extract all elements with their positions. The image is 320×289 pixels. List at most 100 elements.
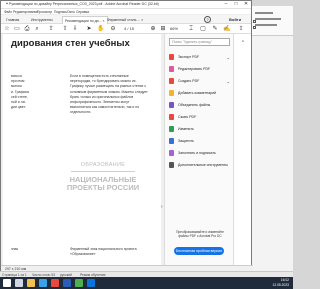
fill-sign-icon: [169, 150, 174, 157]
tool-label: Экспорт PDF: [178, 55, 200, 59]
chevron-down-icon[interactable]: ⌄: [227, 53, 230, 62]
explorer-icon[interactable]: [27, 279, 35, 287]
rail-bookmark-icon[interactable]: ▫: [239, 38, 247, 46]
right-column-text: Если в помещении есть стеклянные перегор…: [70, 74, 148, 115]
menu-sign[interactable]: Подпись: [54, 10, 67, 14]
pen-icon[interactable]: ✎: [211, 25, 219, 33]
browser-icon[interactable]: [39, 279, 47, 287]
tool-label: Добавить комментарий: [178, 91, 217, 95]
menu-file[interactable]: Файл: [4, 10, 12, 14]
tool-label: Создать PDF: [178, 79, 200, 83]
footer-left: знак: [11, 247, 19, 251]
create-pdf-icon: [169, 78, 174, 85]
document-page[interactable]: дирования стен учебных ваться прочтом мо…: [3, 34, 161, 266]
tab-home[interactable]: Главная: [4, 16, 21, 24]
free-trial-button[interactable]: Бесплатная пробная версия: [174, 247, 224, 255]
footer-right: Фирменный знак национального проекта «Об…: [70, 247, 137, 256]
title-bar: ▪ Рукомендации по дизайну Регрессионных_…: [1, 1, 251, 9]
pointer-icon[interactable]: ➤: [85, 25, 93, 33]
tool-create-pdf[interactable]: Создать PDF ⌄: [169, 77, 231, 86]
close-button[interactable]: ✕: [241, 1, 251, 8]
tool-label: Сжать PDF: [178, 115, 197, 119]
tool-label: Дополнительные инструменты: [178, 163, 228, 167]
menu-help[interactable]: Справка: [76, 10, 89, 14]
comment-icon[interactable]: ▢: [199, 25, 207, 33]
taskbar: 16:02 12.05.2023: [0, 277, 293, 289]
page-current[interactable]: 4: [124, 26, 126, 31]
combine-files-icon: [169, 102, 174, 109]
word-checkbox[interactable]: [253, 26, 256, 29]
word-ribbon: [251, 6, 293, 36]
fit-page-icon[interactable]: ⊞: [159, 25, 167, 33]
tool-label: Объединить файлы: [178, 103, 211, 107]
zoom-level[interactable]: 66%: [170, 26, 178, 31]
ribbon-line: [255, 24, 277, 26]
help-icon[interactable]: ?: [204, 16, 211, 23]
menu-window[interactable]: Окно: [67, 10, 75, 14]
zoom-in-icon[interactable]: ⊕: [149, 25, 157, 33]
chevron-down-icon[interactable]: ⌄: [227, 77, 230, 86]
search-icon[interactable]: ⌕: [33, 25, 41, 33]
word-checkbox[interactable]: [253, 20, 256, 23]
word-icon[interactable]: [63, 279, 71, 287]
sign-icon[interactable]: ✍: [223, 25, 231, 33]
word-language[interactable]: русский: [60, 273, 72, 277]
tool-fill-sign[interactable]: Заполнить и подписать: [169, 149, 231, 158]
search-icon[interactable]: [15, 279, 23, 287]
select-tool-icon[interactable]: ⌶: [187, 25, 195, 33]
window-title: Рукомендации по дизайну Регрессионных_СО…: [9, 2, 159, 6]
share-icon[interactable]: ⇪: [237, 25, 245, 33]
page-navigation[interactable]: 4 / 15: [124, 26, 134, 31]
next-page-icon[interactable]: ⇩: [71, 25, 79, 33]
word-mode: Режим обучения: [80, 272, 106, 277]
tab-document-active[interactable]: Рекомендации по ди... ×: [62, 16, 108, 24]
save-icon[interactable]: ▭: [13, 25, 21, 33]
tool-more-tools[interactable]: Дополнительные инструменты: [169, 161, 231, 170]
menu-view[interactable]: Просмотр: [37, 10, 52, 14]
menu-edit[interactable]: Редактирование: [13, 10, 38, 14]
tools-panel: Поиск "Удалить границу" Экспорт PDF ⌄ Ре…: [164, 34, 233, 266]
comment-icon: [169, 90, 174, 97]
right-icon-rail: ▫: [233, 34, 251, 266]
chrome-icon[interactable]: [75, 279, 83, 287]
page-total: / 15: [127, 26, 135, 31]
mail-icon[interactable]: [87, 279, 95, 287]
tool-search-input[interactable]: Поиск "Удалить границу": [169, 38, 230, 46]
system-clock[interactable]: 16:02 12.05.2023: [272, 278, 289, 287]
page-heading: дирования стен учебных: [11, 38, 130, 49]
tool-compress-pdf[interactable]: Сжать PDF: [169, 113, 231, 122]
tool-protect[interactable]: Защитить: [169, 137, 231, 146]
tab-bar: Главная Инструменты Рекомендации по ди..…: [1, 15, 251, 24]
zoom-out-icon[interactable]: ⊖: [109, 25, 117, 33]
minimize-button[interactable]: –: [221, 1, 231, 8]
promo-text: Преобразовывайте и изменяйте файлы PDF с…: [176, 230, 224, 239]
compress-pdf-icon: [169, 114, 174, 121]
document-area[interactable]: дирования стен учебных ваться прочтом мо…: [1, 34, 164, 266]
tool-label: Защитить: [178, 139, 194, 143]
word-page-count: Страница 1 из 1: [2, 272, 27, 277]
background-word-window[interactable]: [250, 6, 293, 276]
tool-organize[interactable]: Изменить: [169, 125, 231, 134]
protect-icon: [169, 138, 174, 145]
print-icon[interactable]: ⎙: [23, 25, 31, 33]
start-icon[interactable]: [3, 279, 11, 287]
tool-label: Заполнить и подписать: [178, 151, 216, 155]
tool-edit-pdf[interactable]: Редактировать PDF: [169, 65, 231, 74]
prev-page-icon[interactable]: ⇧: [61, 25, 69, 33]
tab-tools[interactable]: Инструменты: [29, 16, 55, 24]
tool-add-comment[interactable]: Добавить комментарий: [169, 89, 231, 98]
tool-combine-files[interactable]: Объединить файлы: [169, 101, 231, 110]
tool-export-pdf[interactable]: Экспорт PDF ⌄: [169, 53, 231, 62]
acrobat-icon[interactable]: [51, 279, 59, 287]
word-word-count: Число слов: 53: [32, 272, 56, 277]
maximize-button[interactable]: □: [231, 1, 241, 8]
tab-document-2[interactable]: Фирменный стиль ... ×: [105, 16, 145, 24]
signin-button[interactable]: Войти: [229, 16, 241, 23]
organize-icon: [169, 126, 174, 133]
acrobat-window: ▪ Рукомендации по дизайну Регрессионных_…: [0, 0, 253, 272]
export-pdf-icon: [169, 54, 174, 61]
upload-icon[interactable]: ⇪: [47, 25, 55, 33]
left-column-text: ваться прочтом моном и. Графика сей стен…: [11, 74, 29, 110]
star-icon[interactable]: ☆: [3, 25, 11, 33]
hand-icon[interactable]: ✋: [97, 25, 105, 33]
